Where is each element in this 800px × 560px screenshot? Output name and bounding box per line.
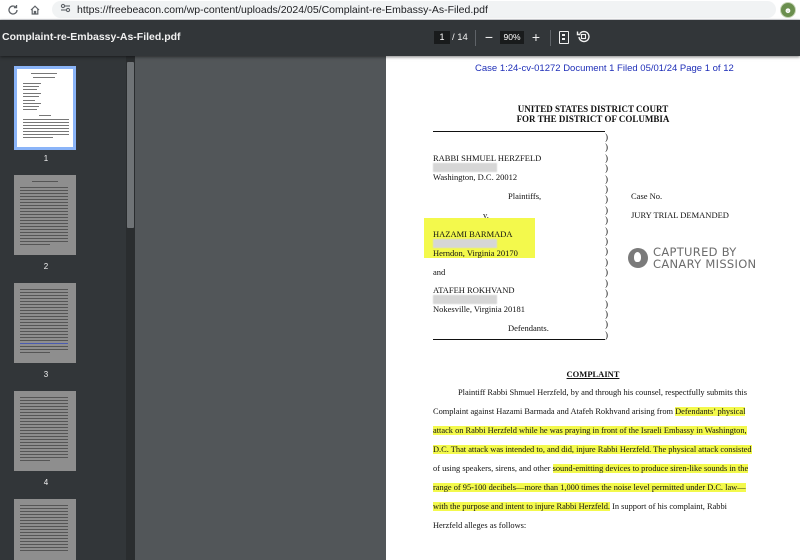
toolbar-divider: [475, 30, 476, 46]
highlighted-text: D.C. That attack was intended to, and di…: [433, 445, 752, 454]
and-conjunction: and: [433, 267, 446, 277]
rotate-icon[interactable]: [576, 29, 590, 45]
page-number-input[interactable]: 1: [434, 31, 450, 44]
body-line: of using speakers, sirens, and other sou…: [433, 464, 749, 473]
highlighted-text: with the purpose and intent to injure Ra…: [433, 502, 610, 511]
zoom-level-input[interactable]: 90%: [500, 31, 524, 44]
canary-logo-icon: [628, 248, 648, 268]
thumbnail-label: 3: [43, 370, 49, 379]
highlighted-text: Defendants’ physical: [675, 407, 746, 416]
site-info-icon[interactable]: [60, 3, 71, 16]
pdf-page: Case 1:24-cv-01272 Document 1 Filed 05/0…: [386, 56, 800, 560]
defendant2-name: ATAFEH ROKHVAND: [433, 285, 515, 295]
redacted-address: [433, 163, 497, 172]
case-number-label: Case No.: [631, 191, 663, 201]
highlighted-text: sound-emitting devices to produce siren-…: [552, 464, 749, 473]
body-line: Plaintiff Rabbi Shmuel Herzfeld, by and …: [458, 388, 747, 397]
thumbnail-label: 1: [43, 154, 49, 163]
defendant1-name: HAZAMI BARMADA: [433, 229, 513, 239]
body-line: Herzfeld alleges as follows:: [433, 521, 527, 530]
sidebar-scrollbar-thumb[interactable]: [127, 62, 134, 228]
court-district: FOR THE DISTRICT OF COLUMBIA: [516, 114, 670, 124]
jury-trial-demand: JURY TRIAL DEMANDED: [631, 210, 729, 220]
body-line: Complaint against Hazami Barmada and Ata…: [433, 407, 746, 416]
defendants-label: Defendants.: [508, 323, 549, 333]
page-thumbnail-2[interactable]: [14, 175, 76, 255]
body-text: of using speakers, sirens, and other: [433, 464, 553, 473]
toolbar-divider: [550, 30, 551, 46]
highlighted-text: attack on Rabbi Herzfeld while he was pr…: [433, 426, 747, 435]
plaintiffs-label: Plaintiffs,: [508, 191, 542, 201]
defendant2-city: Nokesville, Virginia 20181: [433, 304, 525, 314]
home-icon[interactable]: [26, 1, 44, 19]
plaintiff-name: RABBI SHMUEL HERZFELD: [433, 153, 542, 163]
zoom-in-button[interactable]: +: [529, 28, 543, 46]
page-total: / 14: [452, 32, 468, 43]
ecf-header: Case 1:24-cv-01272 Document 1 Filed 05/0…: [475, 63, 734, 74]
complaint-heading: COMPLAINT: [566, 369, 620, 379]
url-text: https://freebeacon.com/wp-content/upload…: [77, 3, 488, 16]
body-line: attack on Rabbi Herzfeld while he was pr…: [433, 426, 747, 435]
court-name: UNITED STATES DISTRICT COURT: [517, 104, 669, 114]
thumbnail-label: 4: [43, 478, 49, 487]
redacted-address: [433, 295, 497, 304]
caption-parentheses: ) ) ) ) ) ) ) ) ) ) ) ) ) ) ) ) ) ) ) ): [605, 132, 608, 340]
body-text: In support of his complaint, Rabbi: [610, 502, 728, 511]
body-line: range of 95-100 decibels—more than 1,000…: [433, 483, 746, 492]
reload-icon[interactable]: [4, 1, 22, 19]
address-bar[interactable]: https://freebeacon.com/wp-content/upload…: [52, 1, 776, 18]
browser-chrome: https://freebeacon.com/wp-content/upload…: [0, 0, 800, 20]
page-thumbnail-1[interactable]: [14, 66, 76, 150]
thumbnail-sidebar: 1 2 3 4: [0, 56, 126, 560]
pdf-toolbar: Complaint-re-Embassy-As-Filed.pdf 1 / 14…: [0, 20, 800, 56]
defendant1-city: Herndon, Virginia 20170: [433, 248, 518, 258]
zoom-out-button[interactable]: −: [482, 28, 496, 46]
caption-bottom-rule: [433, 339, 605, 340]
thumbnail-label: 2: [43, 262, 49, 271]
body-line: D.C. That attack was intended to, and di…: [433, 445, 752, 454]
page-thumbnail-3[interactable]: [14, 283, 76, 363]
watermark-line2: CANARY MISSION: [653, 257, 757, 271]
page-thumbnail-5[interactable]: [14, 499, 76, 560]
profile-avatar[interactable]: ☻: [780, 2, 796, 18]
highlighted-text: range of 95-100 decibels—more than 1,000…: [433, 483, 746, 492]
document-title: Complaint-re-Embassy-As-Filed.pdf: [2, 31, 181, 43]
caption-top-rule: [433, 131, 605, 132]
page-thumbnail-4[interactable]: [14, 391, 76, 471]
body-text: Complaint against Hazami Barmada and Ata…: [433, 407, 676, 416]
body-line: with the purpose and intent to injure Ra…: [433, 502, 727, 511]
plaintiff-city: Washington, D.C. 20012: [433, 172, 518, 182]
canary-mission-watermark: CAPTURED BY CANARY MISSION: [628, 246, 756, 270]
fit-to-page-icon[interactable]: [559, 31, 569, 44]
redacted-address: [433, 239, 497, 248]
